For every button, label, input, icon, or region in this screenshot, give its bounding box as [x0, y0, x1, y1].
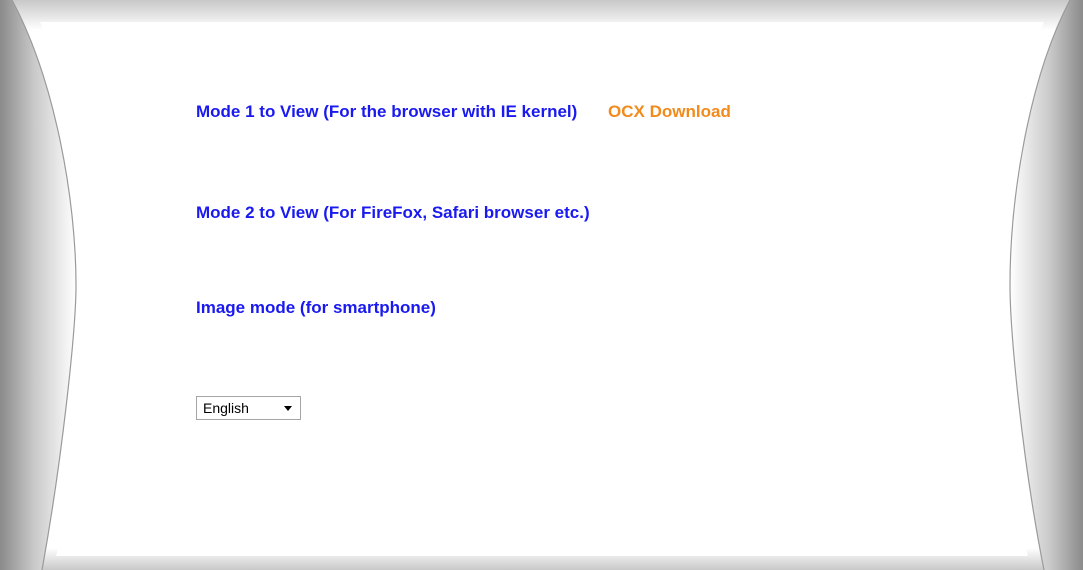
- page: Mode 1 to View (For the browser with IE …: [0, 0, 1083, 570]
- dropdown-arrow-icon: [284, 406, 292, 411]
- image-mode-link[interactable]: Image mode (for smartphone): [196, 298, 436, 317]
- mode2-row: Mode 2 to View (For FireFox, Safari brow…: [196, 203, 590, 223]
- image-mode-row: Image mode (for smartphone): [196, 298, 436, 318]
- mode1-view-link[interactable]: Mode 1 to View (For the browser with IE …: [196, 102, 577, 121]
- mode1-row: Mode 1 to View (For the browser with IE …: [196, 102, 731, 122]
- ocx-download-link[interactable]: OCX Download: [608, 102, 731, 121]
- language-select[interactable]: English: [196, 396, 301, 420]
- mode2-view-link[interactable]: Mode 2 to View (For FireFox, Safari brow…: [196, 203, 590, 222]
- content-area: Mode 1 to View (For the browser with IE …: [0, 0, 1083, 570]
- language-select-value: English: [203, 400, 249, 416]
